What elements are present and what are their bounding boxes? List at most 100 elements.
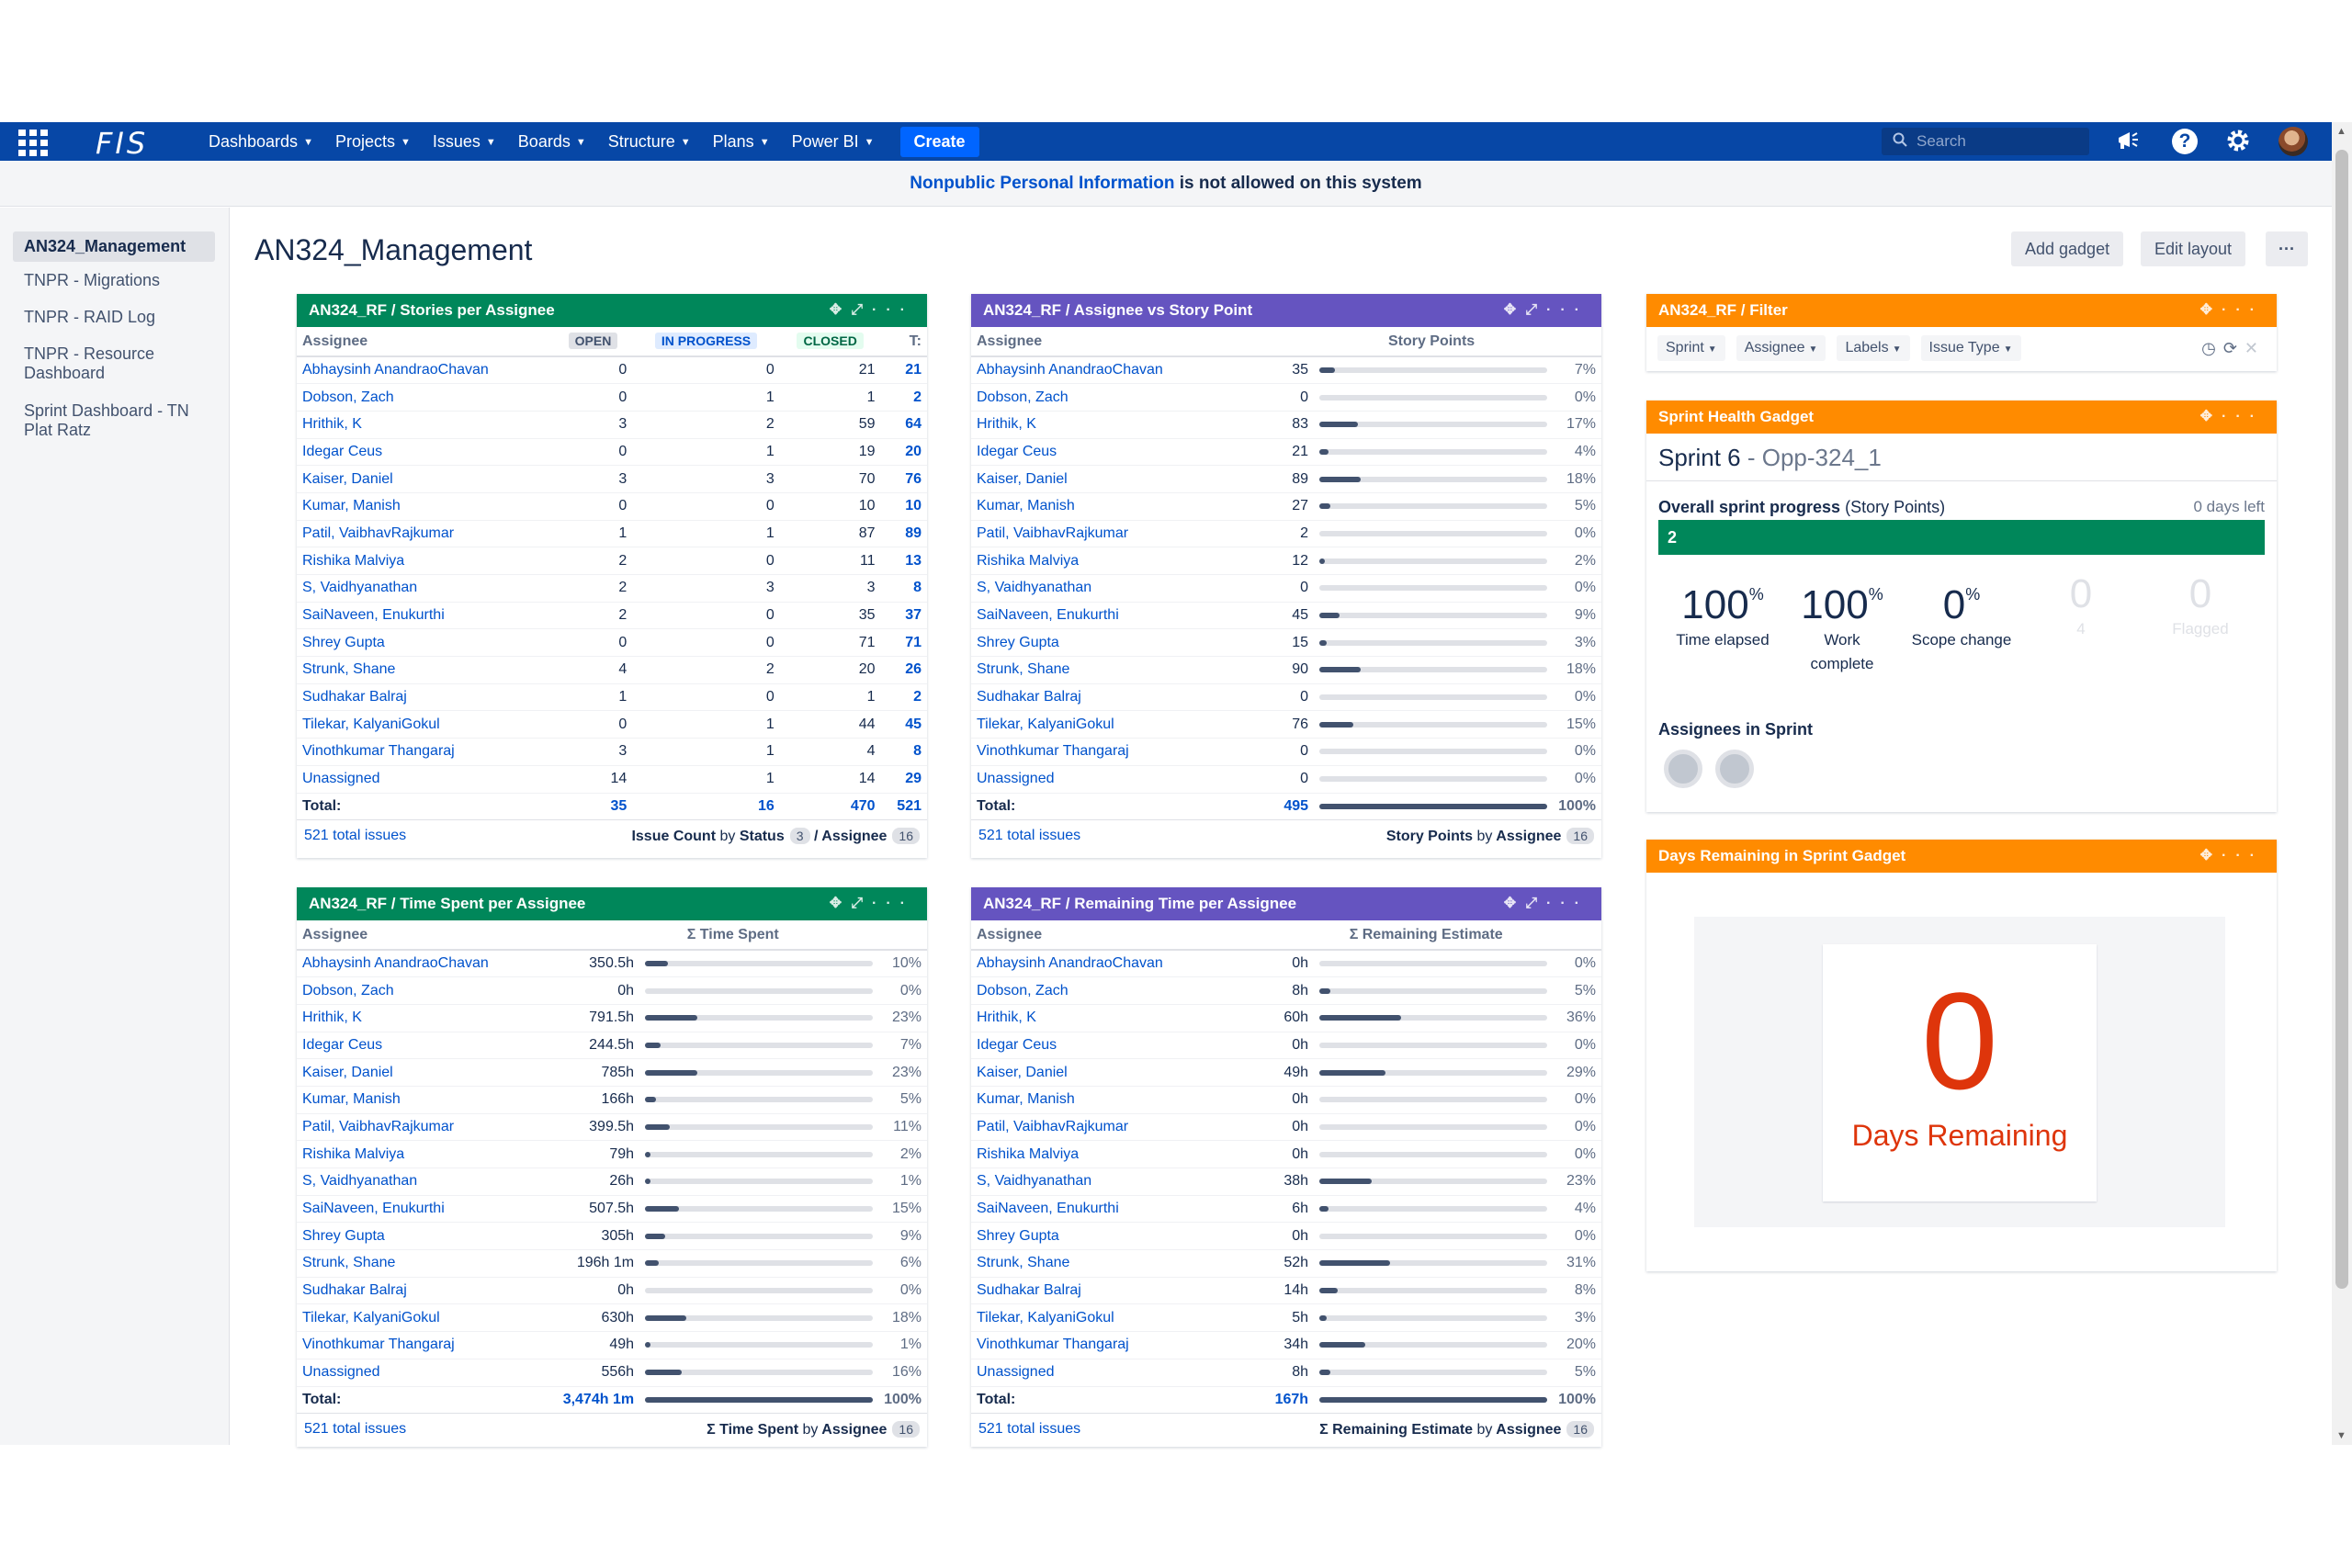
assignee-link[interactable]: S, Vaidhyanathan <box>971 574 1262 603</box>
gadget-tools[interactable]: ✥··· <box>2200 400 2264 434</box>
row-total-link[interactable]: 21 <box>880 356 927 385</box>
value-link[interactable]: 0 <box>1261 383 1315 412</box>
assignee-link[interactable]: S, Vaidhyanathan <box>971 1168 1251 1196</box>
assignee-link[interactable]: Patil, VaibhavRajkumar <box>297 1113 539 1142</box>
assignee-link[interactable]: Hrithik, K <box>971 1004 1251 1032</box>
refresh-icon[interactable]: ⟳ <box>2223 339 2245 357</box>
value-link[interactable]: 14h <box>1250 1277 1315 1305</box>
status-count-link[interactable]: 4 <box>553 656 633 684</box>
value-link[interactable]: 76 <box>1261 710 1315 739</box>
status-count-link[interactable]: 2 <box>553 574 633 603</box>
nav-projects[interactable]: Projects ▼ <box>335 132 411 152</box>
gadget-tools[interactable]: ✥⤢··· <box>1504 887 1589 920</box>
total-count-link[interactable]: 16 <box>632 792 780 821</box>
assignee-link[interactable]: Kaiser, Daniel <box>297 1058 539 1087</box>
value-link[interactable]: 34h <box>1250 1331 1315 1359</box>
assignee-link[interactable]: Unassigned <box>297 765 554 794</box>
value-link[interactable]: 0h <box>538 1277 640 1305</box>
row-total-link[interactable]: 8 <box>880 738 927 766</box>
total-issues-link[interactable]: 521 total issues <box>304 1421 406 1438</box>
status-count-link[interactable]: 19 <box>779 438 881 467</box>
col-total[interactable]: T: <box>880 327 927 357</box>
nav-issues[interactable]: Issues ▼ <box>433 132 496 152</box>
assignee-link[interactable]: Sudhakar Balraj <box>297 683 554 712</box>
assignee-link[interactable]: Hrithik, K <box>297 1004 539 1032</box>
nav-power-bi[interactable]: Power BI ▼ <box>792 132 875 152</box>
assignee-link[interactable]: Rishika Malviya <box>971 1140 1251 1168</box>
status-count-link[interactable]: 14 <box>779 765 881 794</box>
col-in-progress[interactable]: IN PROGRESS <box>632 327 780 357</box>
assignee-link[interactable]: S, Vaidhyanathan <box>297 574 554 603</box>
assignee-link[interactable]: Tilekar, KalyaniGokul <box>297 710 554 739</box>
nav-boards[interactable]: Boards ▼ <box>518 132 586 152</box>
assignee-avatar[interactable] <box>1715 750 1754 788</box>
assignee-link[interactable]: Rishika Malviya <box>297 547 554 575</box>
status-count-link[interactable]: 20 <box>779 656 881 684</box>
col-assignee[interactable]: Assignee <box>971 920 1251 951</box>
assignee-link[interactable]: Strunk, Shane <box>297 656 554 684</box>
value-link[interactable]: 166h <box>538 1086 640 1114</box>
assignee-link[interactable]: Tilekar, KalyaniGokul <box>971 1303 1251 1333</box>
assignee-link[interactable]: Abhaysinh AnandraoChavan <box>297 950 539 978</box>
sprint-filter-button[interactable]: Sprint ▼ <box>1657 335 1725 361</box>
col-story-points[interactable]: Story Points <box>1261 327 1601 357</box>
assignee-link[interactable]: Rishika Malviya <box>971 547 1262 575</box>
nav-plans[interactable]: Plans ▼ <box>713 132 770 152</box>
row-total-link[interactable]: 2 <box>880 683 927 712</box>
status-count-link[interactable]: 10 <box>779 492 881 521</box>
status-count-link[interactable]: 59 <box>779 411 881 439</box>
status-count-link[interactable]: 0 <box>553 438 633 467</box>
value-link[interactable]: 21 <box>1261 438 1315 467</box>
search-input[interactable]: Search <box>1882 128 2089 155</box>
labels-filter-button[interactable]: Labels ▼ <box>1837 335 1910 361</box>
value-link[interactable]: 0h <box>538 976 640 1005</box>
assignee-link[interactable]: SaiNaveen, Enukurthi <box>297 602 554 630</box>
status-count-link[interactable]: 0 <box>553 492 633 521</box>
assignee-link[interactable]: Shrey Gupta <box>971 1222 1251 1251</box>
scrollbar-thumb[interactable] <box>2335 150 2348 1289</box>
nav-structure[interactable]: Structure ▼ <box>608 132 691 152</box>
status-count-link[interactable]: 3 <box>779 574 881 603</box>
assignee-link[interactable]: Hrithik, K <box>297 411 554 439</box>
issue-type-filter-button[interactable]: Issue Type ▼ <box>1920 335 2021 361</box>
row-total-link[interactable]: 76 <box>880 465 927 493</box>
sidebar-item-tnpr-raid-log[interactable]: TNPR - RAID Log <box>13 302 215 333</box>
assignee-link[interactable]: Shrey Gupta <box>297 1222 539 1251</box>
settings-gear-icon[interactable] <box>2223 127 2253 156</box>
more-options-button[interactable]: ··· <box>2266 231 2308 266</box>
assignee-link[interactable]: Idegar Ceus <box>971 438 1262 467</box>
col-assignee[interactable]: Assignee <box>297 327 554 357</box>
total-count-link[interactable]: 521 <box>880 792 927 821</box>
assignee-link[interactable]: Kumar, Manish <box>971 1086 1251 1114</box>
row-total-link[interactable]: 71 <box>880 628 927 658</box>
assignee-link[interactable]: Dobson, Zach <box>297 383 554 412</box>
value-link[interactable]: 60h <box>1250 1004 1315 1032</box>
assignee-link[interactable]: Kaiser, Daniel <box>297 465 554 493</box>
edit-layout-button[interactable]: Edit layout <box>2141 231 2246 266</box>
page-scrollbar[interactable]: ▲ ▼ <box>2332 122 2352 1445</box>
value-link[interactable]: 49h <box>538 1331 640 1359</box>
value-link[interactable]: 38h <box>1250 1168 1315 1196</box>
assignee-link[interactable]: Abhaysinh AnandraoChavan <box>971 950 1251 978</box>
assignee-link[interactable]: Sudhakar Balraj <box>971 1277 1251 1305</box>
assignee-link[interactable]: Idegar Ceus <box>297 438 554 467</box>
value-link[interactable]: 15 <box>1261 628 1315 658</box>
history-icon[interactable]: ◷ <box>2201 339 2223 357</box>
value-link[interactable]: 83 <box>1261 411 1315 439</box>
row-total-link[interactable]: 64 <box>880 411 927 439</box>
status-count-link[interactable]: 2 <box>553 602 633 630</box>
row-total-link[interactable]: 2 <box>880 383 927 412</box>
value-link[interactable]: 507.5h <box>538 1195 640 1224</box>
value-link[interactable]: 49h <box>1250 1058 1315 1087</box>
sidebar-item-tnpr-resource-dashboard[interactable]: TNPR - Resource Dashboard <box>13 339 215 389</box>
value-link[interactable]: 3,474h 1m <box>538 1385 640 1415</box>
value-link[interactable]: 0h <box>1250 1086 1315 1114</box>
help-icon[interactable]: ? <box>2172 129 2198 154</box>
assignee-link[interactable]: Unassigned <box>971 765 1262 794</box>
status-count-link[interactable]: 1 <box>632 738 780 766</box>
status-count-link[interactable]: 3 <box>553 738 633 766</box>
status-count-link[interactable]: 1 <box>632 710 780 739</box>
assignee-avatar[interactable] <box>1664 750 1702 788</box>
scroll-up-arrow-icon[interactable]: ▲ <box>2336 126 2346 137</box>
gadget-tools[interactable]: ✥··· <box>2200 840 2264 873</box>
